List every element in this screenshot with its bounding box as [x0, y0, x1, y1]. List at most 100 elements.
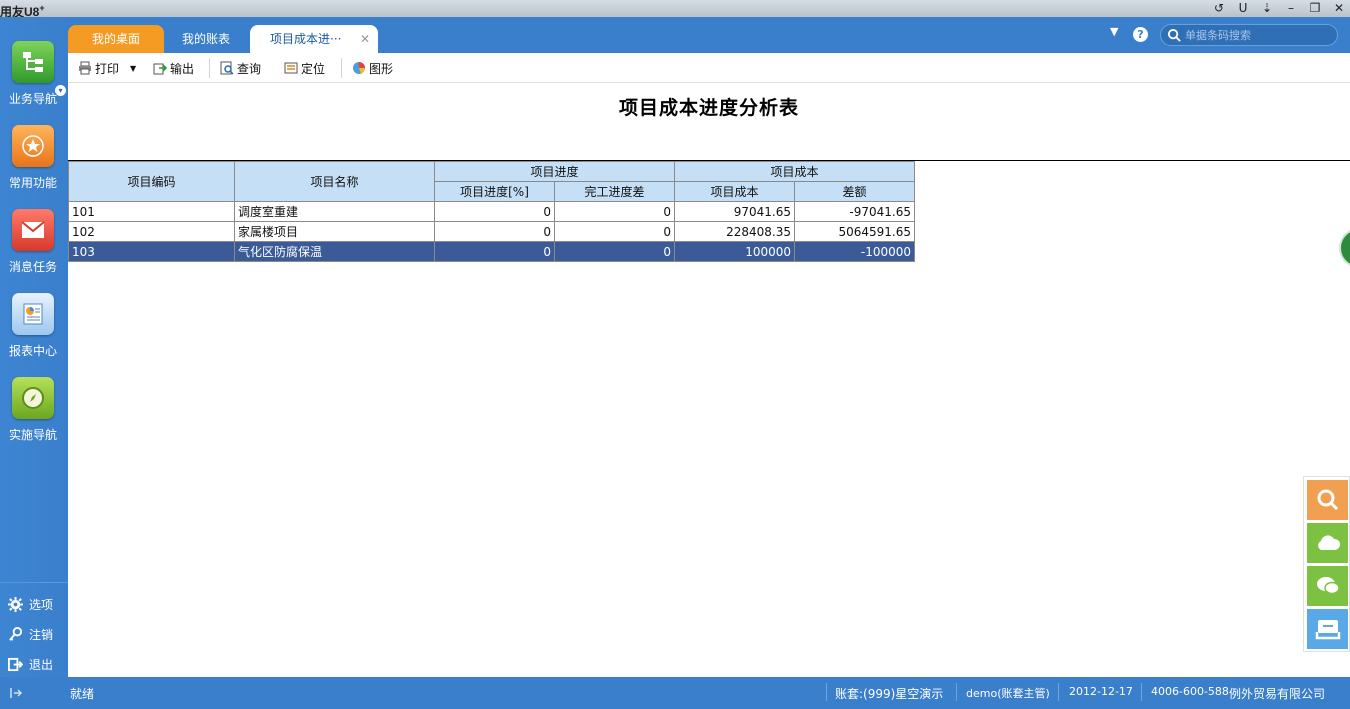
status-bar: 就绪 账套:(999)星空演示 demo(账套主管) 2012-12-17 40… [0, 677, 1350, 709]
col-header-progress-pct[interactable]: 项目进度[%] [434, 181, 555, 202]
status-separator [1141, 683, 1142, 701]
float-chat-button[interactable] [1307, 566, 1348, 606]
search-input[interactable] [1185, 27, 1333, 43]
barcode-search [1160, 24, 1338, 46]
report-title: 项目成本进度分析表 [618, 97, 799, 119]
u-logo-icon[interactable]: U [1232, 0, 1254, 17]
exit-icon [8, 657, 23, 672]
cell-cost[interactable]: 228408.35 [674, 221, 795, 242]
chart-label: 图形 [369, 61, 394, 76]
nav-reports-label: 报表中心 [8, 344, 57, 358]
nav-favorites-label: 常用功能 [8, 176, 57, 190]
help-icon[interactable]: ? [1133, 27, 1148, 42]
refresh-icon[interactable]: ↺ [1208, 0, 1230, 17]
cell-diff[interactable]: -100000 [794, 241, 915, 262]
chat-icon [1316, 577, 1340, 595]
cell-cost[interactable]: 97041.65 [674, 201, 795, 222]
cell-completion[interactable]: 0 [554, 221, 675, 242]
table-row[interactable]: 102 家属楼项目 0 0 228408.35 5064591.65 [68, 221, 915, 242]
float-message-button[interactable] [1307, 609, 1348, 649]
search-icon [1167, 28, 1181, 42]
logout-button[interactable]: 注销 [8, 626, 53, 643]
cloud-icon [1317, 535, 1340, 550]
col-header-diff[interactable]: 差额 [794, 181, 915, 202]
printer-icon [79, 61, 91, 75]
compass-icon [12, 377, 54, 419]
star-icon [12, 125, 54, 167]
cell-completion[interactable]: 0 [554, 241, 675, 262]
cell-diff[interactable]: 5064591.65 [794, 221, 915, 242]
float-cloud-button[interactable] [1307, 523, 1348, 563]
nav-favorites[interactable]: 常用功能 [0, 125, 66, 191]
restore-button[interactable]: ❐ [1304, 0, 1326, 17]
float-search-button[interactable] [1307, 480, 1348, 520]
nav-implement[interactable]: 实施导航 [0, 377, 66, 443]
cell-cost[interactable]: 100000 [674, 241, 795, 262]
floating-toolbar [1303, 476, 1350, 652]
nav-business[interactable]: 业务导航 ▾ [0, 41, 66, 107]
menu-down-icon[interactable]: ⇣ [1256, 0, 1278, 17]
report-icon [12, 293, 54, 335]
org-chart-icon [12, 41, 54, 83]
caret-down-icon[interactable]: ▼ [1110, 25, 1118, 38]
search-icon [1317, 489, 1338, 511]
chevron-down-icon[interactable]: ▾ [55, 85, 66, 96]
col-header-name[interactable]: 项目名称 [234, 161, 435, 202]
close-button[interactable]: ✕ [1328, 0, 1350, 17]
status-phone: 4006-600-588 [1151, 685, 1229, 698]
title-bar: 用友U8+ ↺ U ⇣ – ❐ ✕ [0, 0, 1350, 19]
exit-label: 退出 [29, 658, 54, 672]
exit-button[interactable]: 退出 [8, 656, 53, 673]
query-icon [220, 61, 234, 75]
left-sidebar: 业务导航 ▾ 常用功能 消息任务 报表中心 实施导航 选项 注销 退出 [0, 17, 68, 709]
collapse-sidebar-icon[interactable] [9, 686, 23, 700]
cell-progress[interactable]: 0 [434, 201, 555, 222]
cell-diff[interactable]: -97041.65 [794, 201, 915, 222]
cell-completion[interactable]: 0 [554, 201, 675, 222]
status-ready: 就绪 [70, 687, 95, 701]
print-dropdown-icon[interactable]: ▼ [130, 59, 136, 77]
minimize-button[interactable]: – [1280, 0, 1302, 17]
tab-project-cost[interactable]: 项目成本进··· ✕ [250, 25, 378, 53]
status-separator [1058, 683, 1059, 701]
side-pull-tab[interactable] [1339, 228, 1350, 268]
gear-icon [8, 597, 23, 612]
cell-code[interactable]: 103 [68, 241, 235, 262]
nav-messages[interactable]: 消息任务 [0, 209, 66, 275]
cell-code[interactable]: 101 [68, 201, 235, 222]
export-button[interactable]: 输出 [153, 59, 194, 77]
options-button[interactable]: 选项 [8, 596, 53, 613]
tab-project-cost-label: 项目成本进··· [270, 32, 342, 46]
status-account: 账套:(999)星空演示 [835, 687, 944, 701]
cell-progress[interactable]: 0 [434, 221, 555, 242]
cell-progress[interactable]: 0 [434, 241, 555, 262]
report-table: 项目编码 项目名称 项目进度 项目成本 项目进度[%] 完工进度差 项目成本 差… [68, 161, 915, 262]
cell-name[interactable]: 调度室重建 [234, 201, 435, 222]
print-button[interactable]: 打印 [78, 59, 119, 77]
col-header-completion-diff[interactable]: 完工进度差 [554, 181, 675, 202]
cell-name[interactable]: 气化区防腐保温 [234, 241, 435, 262]
locate-button[interactable]: 定位 [284, 59, 325, 77]
query-button[interactable]: 查询 [220, 59, 261, 77]
key-icon [9, 627, 23, 641]
close-icon[interactable]: ✕ [360, 25, 370, 53]
tab-my-ledger[interactable]: 我的账表 [166, 25, 246, 53]
chart-button[interactable]: 图形 [352, 59, 393, 77]
table-row[interactable]: 101 调度室重建 0 0 97041.65 -97041.65 [68, 201, 915, 222]
col-group-progress: 项目进度 [434, 161, 675, 182]
nav-reports[interactable]: 报表中心 [0, 293, 66, 359]
sidebar-divider [0, 582, 68, 583]
tab-my-desktop[interactable]: 我的桌面 [68, 25, 164, 53]
envelope-icon [12, 209, 54, 251]
toolbar-separator [209, 58, 210, 78]
status-company: 例外贸易有限公司 [1229, 687, 1326, 701]
col-header-code[interactable]: 项目编码 [68, 161, 235, 202]
col-header-cost[interactable]: 项目成本 [674, 181, 795, 202]
table-row-selected[interactable]: 103 气化区防腐保温 0 0 100000 -100000 [68, 241, 915, 262]
report-toolbar: 打印 ▼ 输出 查询 定位 图形 [68, 53, 1350, 83]
toolbar-separator [341, 58, 342, 78]
cell-name[interactable]: 家属楼项目 [234, 221, 435, 242]
options-label: 选项 [29, 598, 54, 612]
status-user: demo(账套主管) [966, 687, 1050, 700]
cell-code[interactable]: 102 [68, 221, 235, 242]
